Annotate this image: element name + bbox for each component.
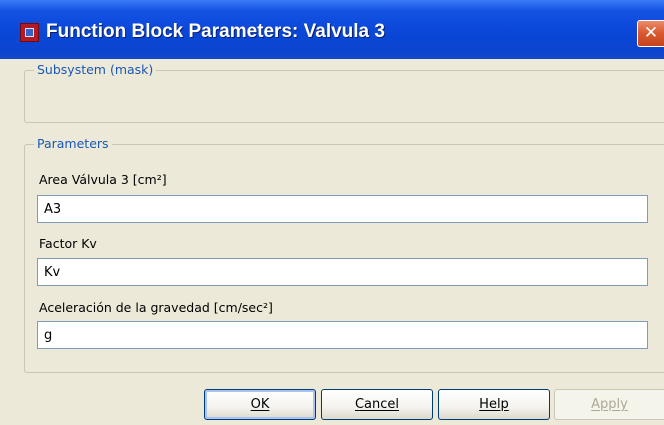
subsystem-group: Subsystem (mask) <box>24 62 664 123</box>
simulink-block-icon <box>20 23 39 42</box>
gravedad-input[interactable] <box>37 321 648 349</box>
factor-kv-input[interactable] <box>37 258 648 286</box>
cancel-button[interactable]: Cancel <box>321 389 433 420</box>
parameters-legend: Parameters <box>34 136 112 152</box>
title-bar[interactable]: Function Block Parameters: Valvula 3 ✕ <box>0 0 664 59</box>
window-title: Function Block Parameters: Valvula 3 <box>46 21 385 42</box>
area-valvula-label: Area Válvula 3 [cm²] <box>39 172 167 187</box>
ok-button[interactable]: OK <box>204 389 316 420</box>
area-valvula-input[interactable] <box>37 195 648 223</box>
close-icon: ✕ <box>643 23 659 43</box>
help-button[interactable]: Help <box>438 389 550 420</box>
dialog-window: Function Block Parameters: Valvula 3 ✕ S… <box>0 0 664 425</box>
factor-kv-label: Factor Kv <box>39 236 97 251</box>
gravedad-label: Aceleración de la gravedad [cm/sec²] <box>39 300 273 315</box>
subsystem-legend: Subsystem (mask) <box>34 62 157 78</box>
apply-button[interactable]: Apply <box>554 389 664 420</box>
close-button[interactable]: ✕ <box>637 20 664 47</box>
